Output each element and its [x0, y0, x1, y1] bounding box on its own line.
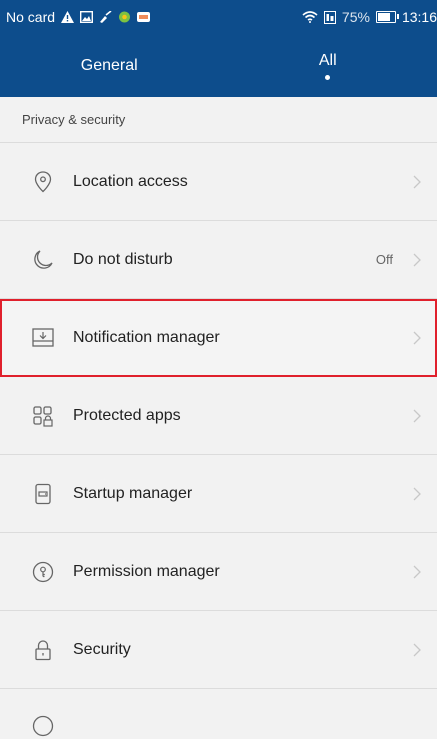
section-title: Privacy & security [22, 112, 125, 127]
tab-general-label: General [81, 57, 138, 75]
settings-item-protected-apps[interactable]: Protected apps [0, 377, 437, 455]
leaf-app-icon [118, 11, 131, 23]
item-label: Do not disturb [73, 251, 376, 269]
data-icon [324, 11, 336, 24]
settings-item-notification-manager[interactable]: Notification manager [0, 299, 437, 377]
chevron-right-icon [411, 407, 423, 425]
settings-list: Location access Do not disturb Off Notif… [0, 143, 437, 729]
item-label: Location access [73, 173, 393, 191]
app-header: No card 75% [0, 0, 437, 97]
chevron-right-icon [411, 329, 423, 347]
carrier-label: No card [6, 9, 55, 25]
message-icon [137, 11, 150, 23]
item-label: Security [73, 641, 393, 659]
status-bar: No card 75% [0, 0, 437, 34]
active-tab-indicator [325, 75, 330, 80]
tab-all[interactable]: All [219, 34, 437, 97]
settings-item-partial[interactable] [0, 689, 437, 729]
chevron-right-icon [411, 485, 423, 503]
item-value: Off [376, 252, 393, 267]
notification-tray-icon [30, 325, 56, 351]
protected-apps-icon [30, 403, 56, 429]
warning-icon [61, 11, 74, 23]
startup-icon [30, 481, 56, 507]
tab-general[interactable]: General [0, 34, 219, 97]
lock-icon [30, 637, 56, 663]
settings-item-startup-manager[interactable]: Startup manager [0, 455, 437, 533]
tab-all-label: All [319, 52, 337, 70]
item-label: Permission manager [73, 563, 393, 581]
item-label: Startup manager [73, 485, 393, 503]
settings-item-do-not-disturb[interactable]: Do not disturb Off [0, 221, 437, 299]
item-label: Notification manager [73, 329, 393, 347]
chevron-right-icon [411, 641, 423, 659]
permission-icon [30, 559, 56, 585]
wifi-icon [302, 11, 318, 23]
tab-bar: General All [0, 34, 437, 97]
broom-icon [99, 11, 112, 23]
location-pin-icon [30, 169, 56, 195]
chevron-right-icon [411, 173, 423, 191]
battery-percent: 75% [342, 9, 370, 25]
chevron-right-icon [411, 563, 423, 581]
image-icon [80, 11, 93, 23]
clock: 13:16 [402, 9, 437, 25]
section-header: Privacy & security [0, 97, 437, 143]
item-label: Protected apps [73, 407, 393, 425]
settings-item-permission-manager[interactable]: Permission manager [0, 533, 437, 611]
chevron-right-icon [411, 251, 423, 269]
moon-icon [30, 247, 56, 273]
battery-icon [376, 11, 396, 23]
settings-item-location-access[interactable]: Location access [0, 143, 437, 221]
settings-item-security[interactable]: Security [0, 611, 437, 689]
